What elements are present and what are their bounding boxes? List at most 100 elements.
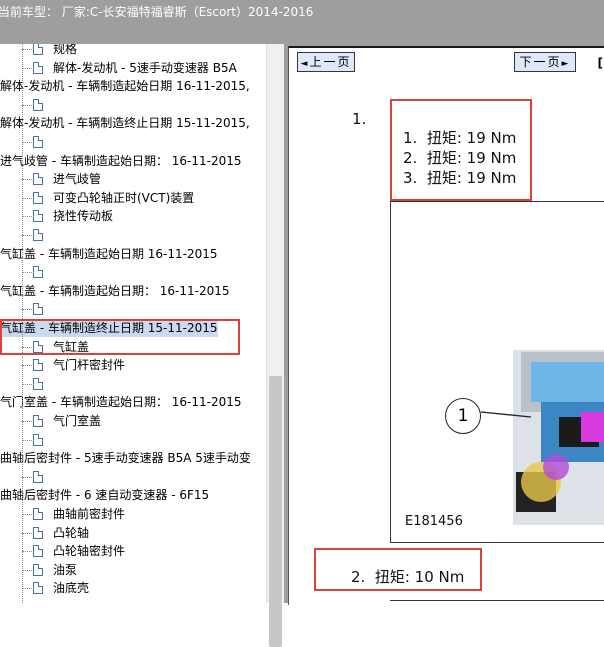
tree-item[interactable]: 曲轴后密封件 - 5速手动变速器 B5A 5速手动变: [0, 449, 266, 467]
tree-connector: [22, 216, 32, 218]
tree-item[interactable]: 凸轮轴: [0, 524, 266, 542]
tree-item[interactable]: [0, 431, 266, 449]
tree-item[interactable]: 曲轴前密封件: [0, 505, 266, 523]
tree-connector: [22, 197, 32, 199]
tree-item[interactable]: 进气歧管 - 车辆制造起始日期： 16-11-2015: [0, 152, 266, 170]
step-2-torque: 2. 扭矩: 10 Nm: [351, 568, 465, 586]
tree-item-label: 气缸盖 - 车辆制造起始日期： 16-11-2015: [0, 283, 230, 298]
tree-connector: [22, 49, 32, 50]
tree-item[interactable]: 气缸盖 - 车辆制造起始日期： 16-11-2015: [0, 282, 266, 300]
tree-item[interactable]: 可变凸轮轴正时(VCT)装置: [0, 189, 266, 207]
torque-spec-1: 1. 扭矩: 19 Nm: [403, 129, 517, 147]
tree-connector: [22, 532, 32, 534]
tree-item[interactable]: 解体-发动机 - 车辆制造起始日期 16-11-2015,: [0, 77, 266, 95]
tree-item[interactable]: [0, 133, 266, 151]
tree-item[interactable]: 挠性传动板: [0, 207, 266, 225]
tree-item[interactable]: 进气歧管: [0, 170, 266, 188]
tree-item[interactable]: 气缸盖 - 车辆制造起始日期 16-11-2015: [0, 245, 266, 263]
figure-frame: X3 1 E181456: [390, 201, 604, 543]
tree-item[interactable]: [0, 300, 266, 318]
tree-connector: [22, 309, 32, 311]
cutoff-glyph: [: [597, 56, 603, 70]
tree-item[interactable]: [0, 263, 266, 281]
step-1-number: 1.: [352, 110, 367, 128]
tree-item-label: 规格: [53, 44, 78, 56]
tree-item-label: 可变凸轮轴正时(VCT)装置: [53, 190, 195, 205]
document-icon: [33, 582, 43, 595]
tree-connector: [22, 588, 32, 590]
tree-connector: [22, 67, 32, 69]
tree-connector: [22, 439, 32, 441]
window-title-bar: 当前车型： 厂家:C-长安福特福睿斯（Escort）2014-2016: [0, 0, 604, 24]
document-icon: [33, 415, 43, 427]
next-page-button[interactable]: 下一页►: [514, 52, 576, 72]
tree-item-label: 解体-发动机 - 车辆制造起始日期 16-11-2015,: [0, 79, 250, 94]
tree-item-label: 气门杆密封件: [53, 358, 126, 373]
next-arrow-icon: ►: [561, 59, 571, 69]
tree-scrollbar-thumb[interactable]: [269, 376, 282, 647]
previous-page-button[interactable]: ◄上一页: [297, 52, 355, 72]
figure-id-label: E181456: [405, 514, 463, 529]
tree-item-label: 进气歧管 - 车辆制造起始日期： 16-11-2015: [0, 153, 242, 168]
document-icon: [33, 229, 43, 241]
document-icon: [33, 470, 43, 483]
document-icon: [33, 508, 43, 520]
document-icon: [33, 210, 43, 223]
document-icon: [33, 266, 43, 279]
tree-item[interactable]: [0, 375, 266, 393]
tree-connector: [22, 142, 32, 143]
tree-item-label: 解体-发动机 - 车辆制造终止日期 15-11-2015,: [0, 116, 250, 131]
tree-connector: [22, 365, 32, 367]
toolbar-area: [0, 24, 604, 44]
tree-item[interactable]: [0, 468, 266, 486]
tree-item-label: 进气歧管: [53, 172, 102, 187]
tree-item[interactable]: 解体-发动机 - 车辆制造终止日期 15-11-2015,: [0, 114, 266, 132]
tree-item[interactable]: 气门杆密封件: [0, 356, 266, 374]
tree-item-label: 解体-发动机 - 5速手动变速器 B5A: [53, 60, 237, 75]
tree-connector: [22, 551, 32, 553]
tree-item[interactable]: [0, 226, 266, 244]
torque-spec-2: 2. 扭矩: 19 Nm: [403, 149, 517, 167]
blue-housing: [531, 362, 604, 402]
tree-connector: [22, 476, 32, 478]
tree-item-label: 凸轮轴: [53, 525, 90, 540]
tree-connector: [22, 104, 32, 106]
tree-item-label: 凸轮轴密封件: [53, 544, 126, 559]
document-icon: [33, 359, 43, 372]
magenta-part: [581, 412, 604, 442]
callout-1: 1: [445, 398, 481, 434]
tree-item-label: 油底壳: [53, 581, 90, 596]
torque-spec-3: 3. 扭矩: 19 Nm: [403, 169, 517, 187]
document-icon: [33, 563, 43, 576]
tree-connector: [22, 235, 32, 236]
tree-item-label: 气门室盖: [53, 414, 102, 428]
tree-scrollbar[interactable]: [266, 44, 284, 647]
tree-item[interactable]: [0, 96, 266, 114]
fitting-marking: X3: [495, 471, 514, 486]
tree-item[interactable]: 解体-发动机 - 5速手动变速器 B5A: [0, 59, 266, 77]
tree-item[interactable]: 规格: [0, 44, 266, 58]
purple-mark: [543, 454, 569, 480]
document-viewer: ◄上一页 下一页► [ 1. 1. 扭矩: 19 Nm 2. 扭矩: 19 Nm…: [288, 46, 604, 605]
tree-item-label: 油泵: [53, 562, 78, 577]
current-vehicle-title: 当前车型： 厂家:C-长安福特福睿斯（Escort）2014-2016: [0, 5, 314, 19]
tree-connector: [22, 569, 32, 571]
tree-connector: [22, 179, 32, 181]
tree-connector: [22, 272, 32, 274]
tree-item[interactable]: 油底壳: [0, 579, 266, 597]
document-icon: [33, 433, 43, 446]
document-icon: [33, 526, 43, 539]
tree-item[interactable]: 气门室盖: [0, 412, 266, 430]
document-icon: [33, 173, 43, 186]
tree-item[interactable]: 油泵: [0, 561, 266, 579]
page-navigation-bar: ◄上一页 下一页► [: [289, 48, 604, 76]
bottom-frame-edge: [390, 600, 604, 601]
tree-item-label: 曲轴前密封件: [53, 507, 126, 521]
tree-item[interactable]: 气门室盖 - 车辆制造起始日期： 16-11-2015: [0, 393, 266, 411]
document-icon: [33, 136, 43, 148]
engine-part-illustration: X3: [480, 350, 604, 525]
tree-item[interactable]: 曲轴后密封件 - 6 速自动变速器 - 6F15: [0, 486, 266, 504]
document-icon: [33, 545, 43, 558]
tree-item[interactable]: 凸轮轴密封件: [0, 542, 266, 560]
document-icon: [33, 191, 43, 204]
